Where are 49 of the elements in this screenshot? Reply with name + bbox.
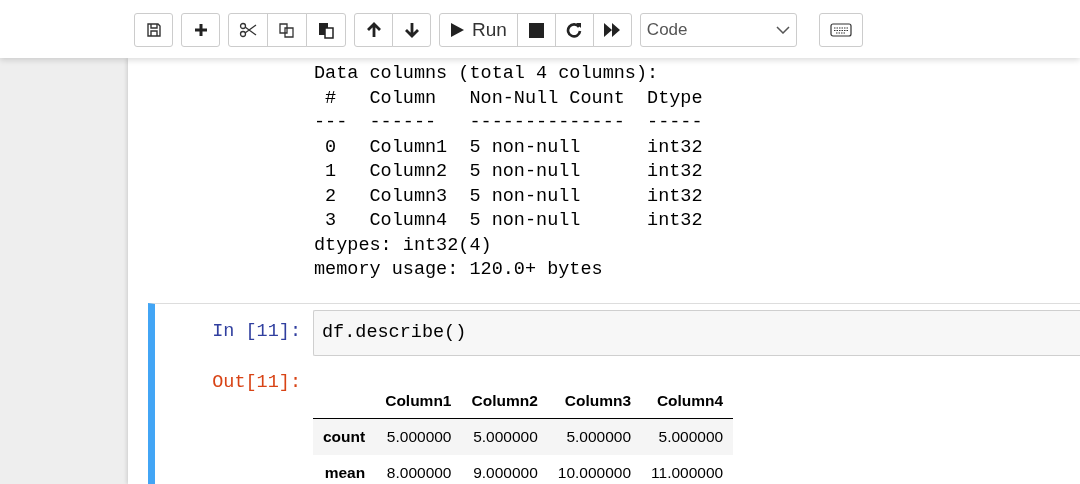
table-cell: 9.000000 [461, 454, 548, 484]
column-header: Column2 [461, 383, 548, 418]
cut-icon [239, 22, 257, 38]
copy-button[interactable] [267, 13, 307, 47]
restart-button[interactable] [554, 13, 594, 47]
chevron-down-icon [775, 26, 790, 34]
output-line: --- ------ -------------- ----- [314, 111, 704, 135]
column-header: Column3 [547, 383, 642, 418]
stop-icon [528, 22, 544, 38]
keyboard-button[interactable] [818, 13, 863, 47]
column-header: Column4 [641, 383, 734, 418]
table-cell: 5.000000 [375, 418, 462, 455]
keyboard-icon [829, 23, 852, 37]
run-all-button[interactable] [592, 13, 632, 47]
column-header: Column1 [375, 383, 462, 418]
output-line: memory usage: 120.0+ bytes [314, 258, 603, 282]
output-line: 0 Column1 5 non-null int32 [324, 135, 703, 160]
table-cell: 5.000000 [461, 418, 548, 455]
code-input[interactable]: df.describe() [313, 309, 1080, 356]
stop-button[interactable] [516, 13, 556, 47]
restart-icon [566, 22, 583, 38]
paste-icon [317, 21, 335, 39]
save-icon [145, 22, 162, 38]
table-cell: 8.000000 [375, 454, 462, 484]
code-cell[interactable]: In [11]: df.describe() Out[11]: Column1 Column2 Column3 Column4 count 5.000000 5.000000 5.000000 5.000000 mean 8.000000 9.000000 10.000000 11.000000 [148, 302, 1080, 484]
output-line: 2 Column3 5 non-null int32 [324, 184, 703, 209]
table-cell: 10.000000 [547, 454, 642, 484]
output-line: 3 Column4 5 non-null int32 [324, 209, 703, 233]
cut-button[interactable] [228, 13, 268, 47]
run-button[interactable]: Run [439, 13, 518, 47]
output-line: 1 Column2 5 non-null int32 [324, 160, 703, 184]
move-up-button[interactable] [354, 13, 393, 47]
paste-button[interactable] [306, 13, 346, 47]
add-cell-button[interactable] [181, 13, 220, 47]
row-index: count [313, 418, 376, 455]
table-cell: 5.000000 [641, 418, 734, 455]
row-index: mean [313, 454, 376, 484]
output-line: # Column Non-Null Count Dtype [324, 86, 704, 111]
table-cell: 11.000000 [641, 454, 734, 484]
move-down-button[interactable] [392, 13, 431, 47]
input-prompt: In [11]: [211, 319, 302, 344]
output-line: dtypes: int32(4) [314, 233, 492, 258]
save-button[interactable] [134, 13, 173, 47]
copy-icon [278, 21, 296, 39]
play-icon [450, 22, 464, 38]
cell-type-dropdown[interactable]: Code [639, 13, 797, 47]
table-cell: 5.000000 [547, 418, 642, 455]
output-line: Data columns (total 4 columns): [314, 62, 659, 86]
output-prompt: Out[11]: [211, 371, 302, 393]
